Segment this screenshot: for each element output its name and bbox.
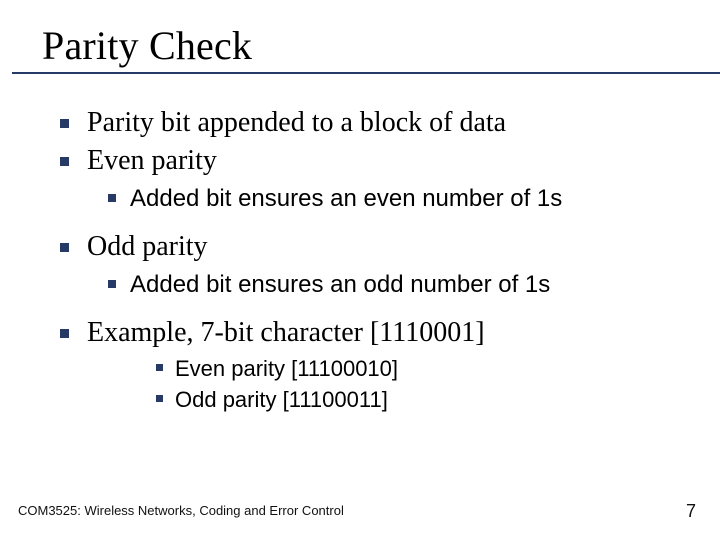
bullet-level2: Added bit ensures an odd number of 1s [108,270,680,300]
bullet-level3: Even parity [11100010] [156,355,680,383]
title-region: Parity Check [42,22,680,69]
slide-footer: COM3525: Wireless Networks, Coding and E… [18,503,344,518]
title-underline [12,72,720,74]
square-bullet-icon [60,157,69,166]
spacer [60,220,680,226]
slide: Parity Check Parity bit appended to a bl… [0,0,720,540]
square-bullet-icon [156,395,163,402]
bullet-text: Example, 7-bit character [1110001] [87,316,485,350]
bullet-level1: Even parity [60,144,680,178]
square-bullet-icon [60,119,69,128]
bullet-level1: Odd parity [60,230,680,264]
bullet-text: Even parity [87,144,217,178]
square-bullet-icon [60,329,69,338]
bullet-text: Odd parity [87,230,208,264]
spacer [60,306,680,312]
bullet-level3: Odd parity [11100011] [156,386,680,414]
page-number: 7 [686,501,696,522]
bullet-level2: Added bit ensures an even number of 1s [108,184,680,214]
bullet-text: Odd parity [11100011] [175,386,388,414]
bullet-text: Even parity [11100010] [175,355,398,383]
square-bullet-icon [108,194,116,202]
square-bullet-icon [156,364,163,371]
bullet-text: Parity bit appended to a block of data [87,106,506,140]
slide-title: Parity Check [42,22,680,69]
square-bullet-icon [60,243,69,252]
bullet-text: Added bit ensures an odd number of 1s [130,270,550,300]
slide-body: Parity bit appended to a block of data E… [60,102,680,418]
square-bullet-icon [108,280,116,288]
bullet-level1: Example, 7-bit character [1110001] [60,316,680,350]
bullet-text: Added bit ensures an even number of 1s [130,184,562,214]
bullet-level1: Parity bit appended to a block of data [60,106,680,140]
